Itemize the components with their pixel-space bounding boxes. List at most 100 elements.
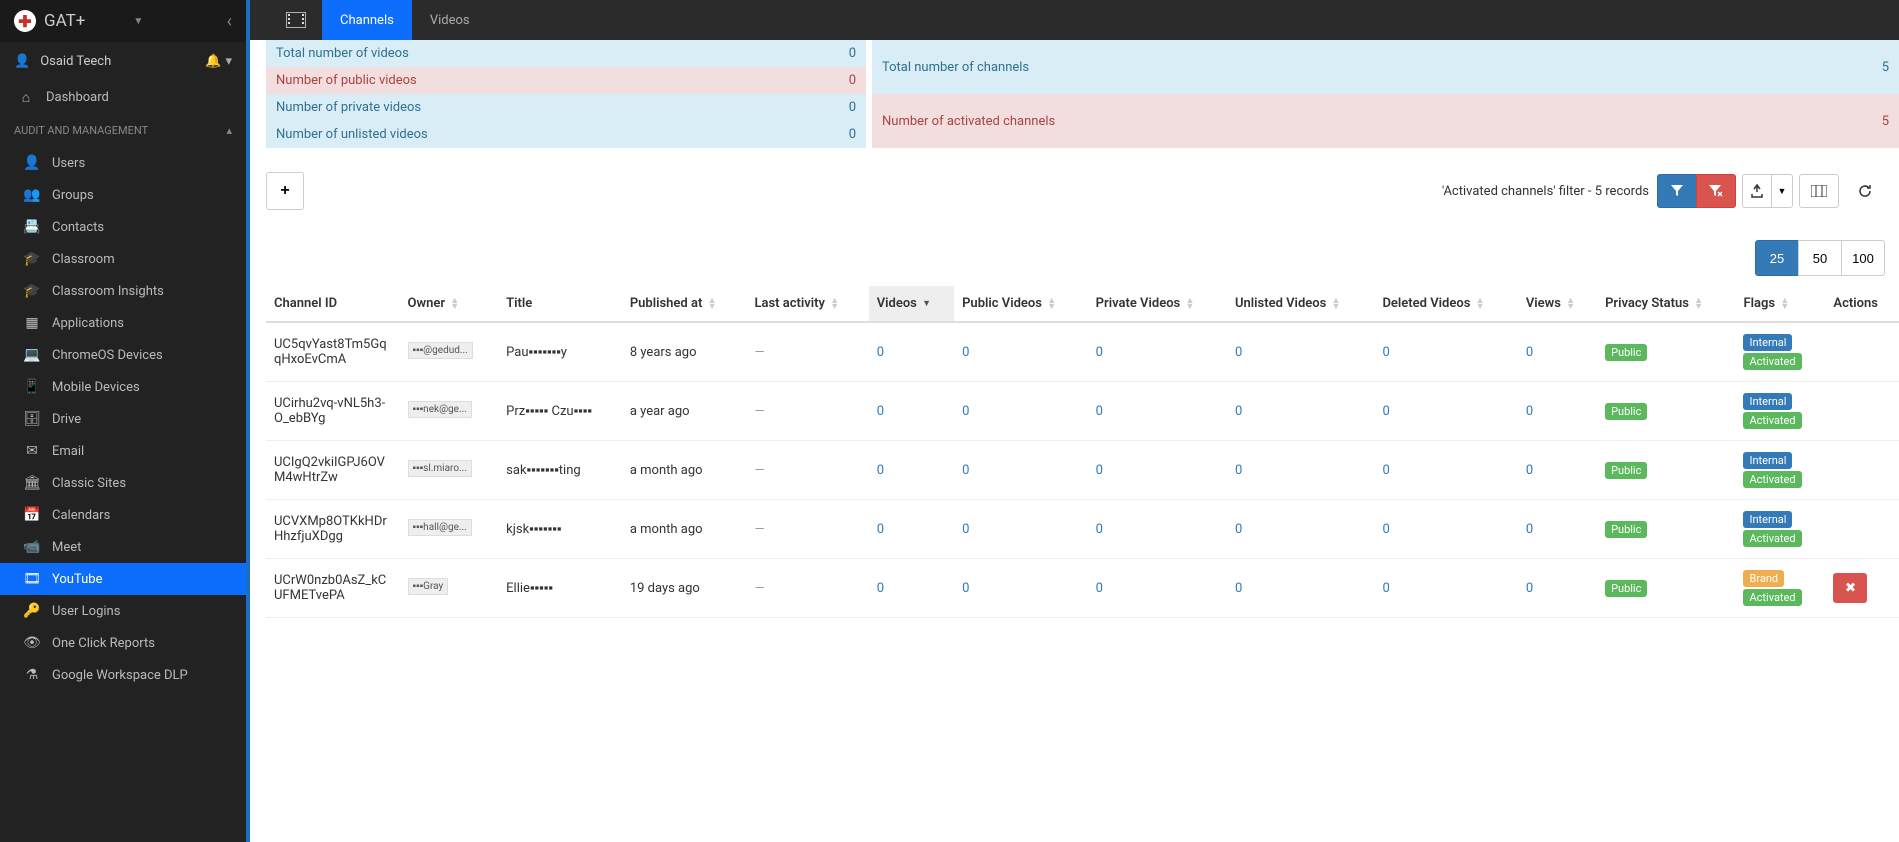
sidebar-item-meet[interactable]: 📹Meet — [0, 531, 246, 563]
sidebar-item-label: One Click Reports — [52, 636, 155, 651]
page-size-25[interactable]: 25 — [1755, 240, 1799, 276]
cell-private: 0 — [1088, 500, 1227, 559]
sidebar-item-dashboard[interactable]: ⌂ Dashboard — [0, 81, 246, 114]
brand-caret-icon[interactable]: ▼ — [133, 16, 143, 27]
cell-deleted: 0 — [1374, 441, 1517, 500]
col-views[interactable]: Views ▲▼ — [1518, 286, 1597, 322]
table-row: UCirhu2vq-vNL5h3-O_ebBYg▪▪▪nek@ge...Prz▪… — [266, 382, 1899, 441]
cell-actions — [1825, 382, 1899, 441]
page-size-50[interactable]: 50 — [1798, 240, 1842, 276]
col-title: Title — [498, 286, 622, 322]
cell-views: 0 — [1518, 559, 1597, 618]
cell-published: 8 years ago — [622, 322, 747, 382]
stat-value: 5 — [1772, 94, 1899, 148]
sidebar-item-label: Classroom — [52, 252, 115, 267]
sidebar-header: ✚ GAT+ ▼ ‹ — [0, 0, 246, 42]
sidebar-item-label: Classic Sites — [52, 476, 126, 491]
columns-button[interactable] — [1799, 174, 1839, 208]
table-row: UCVXMp8OTKkHDrHhzfjuXDgg▪▪▪hall@ge...kjs… — [266, 500, 1899, 559]
cell-views: 0 — [1518, 322, 1597, 382]
nav-icon: 💻 — [20, 347, 44, 363]
sidebar-item-groups[interactable]: 👥Groups — [0, 179, 246, 211]
col-published-at[interactable]: Published at ▲▼ — [622, 286, 747, 322]
cell-privacy: Public — [1597, 500, 1735, 559]
page-size-100[interactable]: 100 — [1841, 240, 1885, 276]
sidebar-item-label: User Logins — [52, 604, 120, 619]
sidebar-item-drive[interactable]: 🗄Drive — [0, 403, 246, 435]
nav-icon: 🏛 — [20, 475, 44, 491]
tab-channels[interactable]: Channels — [322, 0, 412, 40]
film-icon[interactable] — [270, 0, 322, 40]
sidebar-item-label: ChromeOS Devices — [52, 348, 163, 363]
cell-unlisted: 0 — [1227, 500, 1375, 559]
brand-name[interactable]: GAT+ — [44, 11, 127, 31]
bell-icon[interactable]: 🔔 — [205, 54, 221, 69]
sidebar-item-classic-sites[interactable]: 🏛 Classic Sites — [0, 467, 246, 499]
privacy-badge: Public — [1605, 403, 1647, 420]
sidebar-item-applications[interactable]: ▦Applications — [0, 307, 246, 339]
nav-icon: ✉ — [20, 443, 44, 459]
app-logo-icon: ✚ — [14, 10, 36, 32]
sidebar-item-contacts[interactable]: 📇Contacts — [0, 211, 246, 243]
tab-videos[interactable]: Videos — [412, 0, 488, 40]
col-flags[interactable]: Flags ▲▼ — [1735, 286, 1825, 322]
cell-actions: ✖ — [1825, 559, 1899, 618]
sidebar-item-user-logins[interactable]: 🔑 User Logins — [0, 595, 246, 627]
owner-chip[interactable]: ▪▪▪sl.miaro... — [408, 460, 472, 477]
refresh-button[interactable] — [1845, 174, 1885, 208]
tab-bar: Channels Videos — [250, 0, 1899, 40]
cell-actions — [1825, 500, 1899, 559]
col-privacy-status[interactable]: Privacy Status ▲▼ — [1597, 286, 1735, 322]
sidebar-collapse-icon[interactable]: ‹ — [227, 11, 232, 32]
stat-row: Number of unlisted videos0 — [266, 121, 866, 148]
sidebar-item-users[interactable]: 👤Users — [0, 147, 246, 179]
sidebar-item-chromeos-devices[interactable]: 💻 ChromeOS Devices — [0, 339, 246, 371]
cell-privacy: Public — [1597, 441, 1735, 500]
sidebar-item-email[interactable]: ✉Email — [0, 435, 246, 467]
owner-chip[interactable]: ▪▪▪nek@ge... — [408, 401, 472, 418]
dashboard-icon: ⌂ — [14, 89, 38, 106]
funnel-icon — [1671, 185, 1683, 197]
owner-chip[interactable]: ▪▪▪@gedud... — [408, 342, 473, 359]
filter-button[interactable] — [1657, 174, 1697, 208]
owner-chip[interactable]: ▪▪▪hall@ge... — [408, 519, 472, 536]
flag-badge: Activated — [1743, 589, 1801, 606]
clear-filter-button[interactable] — [1696, 174, 1736, 208]
col-deleted-videos[interactable]: Deleted Videos ▲▼ — [1374, 286, 1517, 322]
col-videos[interactable]: Videos ▼ — [869, 286, 954, 322]
col-last-activity[interactable]: Last activity ▲▼ — [746, 286, 868, 322]
cell-published: a year ago — [622, 382, 747, 441]
delete-button[interactable]: ✖ — [1833, 573, 1867, 603]
cell-deleted: 0 — [1374, 500, 1517, 559]
chevron-up-icon: ▴ — [226, 124, 232, 137]
sidebar-item-calendars[interactable]: 📅Calendars — [0, 499, 246, 531]
col-unlisted-videos[interactable]: Unlisted Videos ▲▼ — [1227, 286, 1375, 322]
sidebar-item-one-click-reports[interactable]: 👁One Click Reports — [0, 627, 246, 659]
owner-chip[interactable]: ▪▪▪Gray — [408, 578, 449, 595]
funnel-x-icon — [1709, 185, 1723, 197]
cell-owner: ▪▪▪hall@ge... — [400, 500, 499, 559]
sidebar-section-header[interactable]: AUDIT AND MANAGEMENT ▴ — [0, 114, 246, 147]
col-owner[interactable]: Owner ▲▼ — [400, 286, 499, 322]
stat-label: Number of private videos — [266, 94, 784, 121]
add-button[interactable]: + — [266, 172, 304, 210]
sidebar-item-mobile-devices[interactable]: 📱Mobile Devices — [0, 371, 246, 403]
cell-title: sak▪▪▪▪▪▪▪ting — [498, 441, 622, 500]
col-public-videos[interactable]: Public Videos ▲▼ — [954, 286, 1088, 322]
stat-label: Number of public videos — [266, 67, 784, 94]
user-caret-icon[interactable]: ▾ — [225, 54, 232, 69]
nav-icon: 🔑 — [20, 603, 44, 619]
export-button[interactable] — [1742, 174, 1772, 208]
nav-icon: 📱 — [20, 379, 44, 395]
sort-icon: ▲▼ — [1566, 298, 1575, 310]
sidebar-item-label: Users — [52, 156, 85, 171]
sort-icon: ▲▼ — [830, 298, 839, 310]
sidebar-item-classroom-insights[interactable]: 🎓Classroom Insights — [0, 275, 246, 307]
sidebar-item-classroom[interactable]: 🎓Classroom — [0, 243, 246, 275]
col-private-videos[interactable]: Private Videos ▲▼ — [1088, 286, 1227, 322]
cell-unlisted: 0 — [1227, 441, 1375, 500]
export-caret-button[interactable]: ▼ — [1771, 174, 1793, 208]
sidebar-item-youtube[interactable]: 🎞YouTube — [0, 563, 246, 595]
sidebar-item-google-workspace-dlp[interactable]: ⚗Google Workspace DLP — [0, 659, 246, 691]
stat-row: Number of private videos0 — [266, 94, 866, 121]
